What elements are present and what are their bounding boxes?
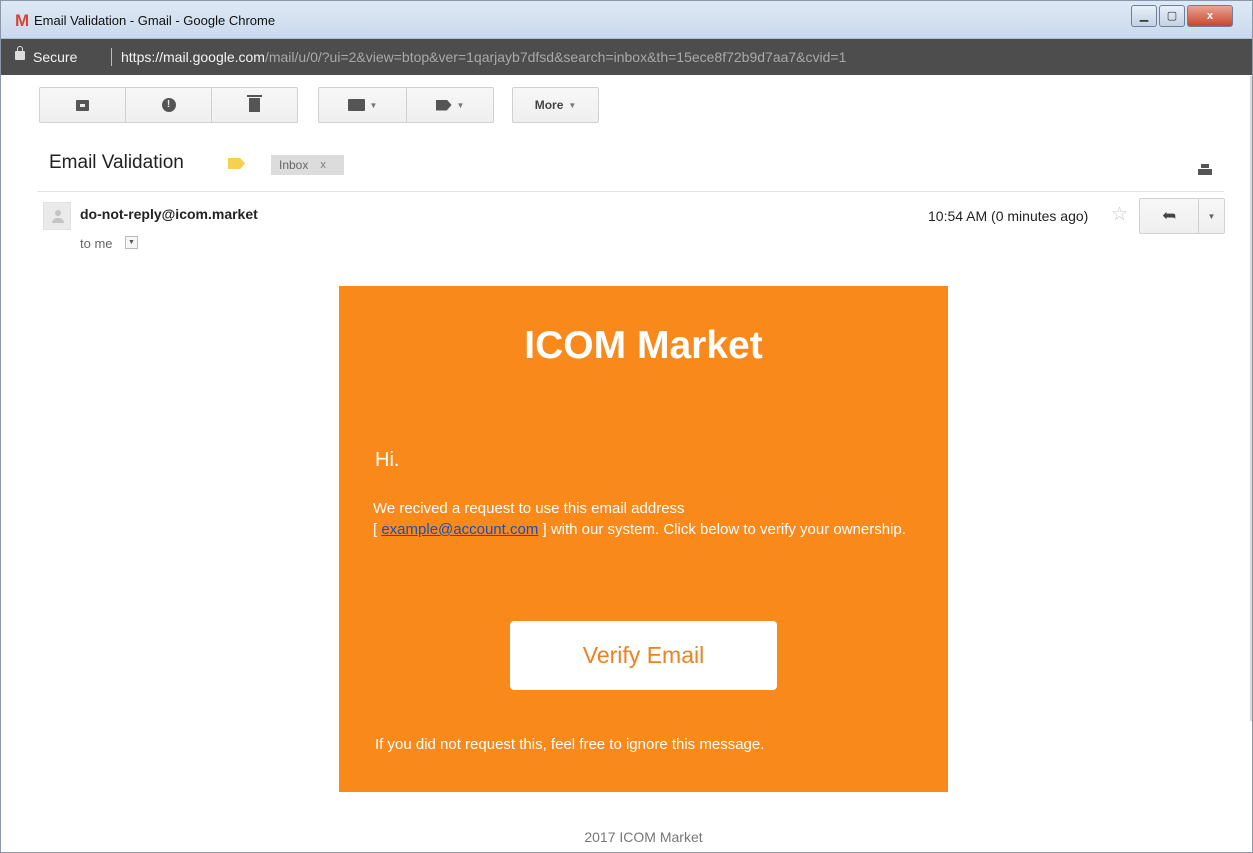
verification-message: We recived a request to use this email a… [373, 498, 933, 540]
url-path: /mail/u/0/?ui=2&view=btop&ver=1qarjayb7d… [264, 49, 847, 65]
message-text-before-link: We recived a request to use this email a… [373, 500, 685, 517]
labels-button[interactable]: ▼ [407, 88, 493, 122]
archive-button[interactable] [40, 88, 126, 122]
move-label-group: ▼ ▼ [318, 87, 494, 123]
trash-icon [247, 95, 262, 112]
address-separator [111, 48, 112, 66]
message-text-after-link: ] with our system. Click below to verify… [542, 521, 906, 538]
close-icon: x [1206, 10, 1214, 22]
more-button[interactable]: More ▼ [513, 88, 598, 122]
reply-button[interactable]: ➦ [1140, 199, 1199, 233]
ignore-notice: If you did not request this, feel free t… [375, 736, 765, 753]
bracket-open: [ [373, 521, 378, 538]
recipient-label: to me [80, 236, 113, 251]
email-address-link[interactable]: example@account.com [381, 521, 538, 538]
browser-window: M Email Validation - Gmail - Google Chro… [0, 0, 1253, 853]
sender-address[interactable]: do-not-reply@icom.market [80, 206, 258, 222]
more-label: More [534, 98, 564, 112]
lock-icon [15, 46, 25, 60]
chevron-down-icon: ▼ [568, 100, 577, 110]
scrollbar-edge[interactable] [1250, 76, 1252, 721]
minimize-button[interactable]: ▁ [1131, 5, 1157, 27]
label-icon [435, 99, 452, 111]
message-timestamp: 10:54 AM (0 minutes ago) [928, 208, 1089, 224]
chevron-down-icon: ▼ [369, 100, 378, 110]
move-to-button[interactable]: ▼ [319, 88, 407, 122]
sender-avatar [43, 202, 71, 230]
greeting: Hi. [375, 449, 400, 471]
gmail-logo-icon: M [15, 11, 30, 30]
reply-icon: ➦ [1161, 206, 1177, 225]
minimize-icon: ▁ [1139, 10, 1149, 22]
archive-icon [76, 99, 89, 111]
close-button[interactable]: x [1187, 5, 1233, 27]
report-spam-button[interactable]: ! [126, 88, 212, 122]
header-divider [37, 191, 1224, 192]
email-subject: Email Validation [49, 152, 184, 173]
maximize-button[interactable]: ▢ [1159, 5, 1185, 27]
show-details-button[interactable]: ▼ [125, 236, 138, 249]
message-more-button[interactable]: ▼ [1199, 199, 1224, 233]
reply-button-group: ➦ ▼ [1139, 198, 1225, 234]
brand-title: ICOM Market [524, 324, 763, 367]
email-body-card: ICOM Market Hi. We recived a request to … [339, 286, 948, 792]
email-footer: 2017 ICOM Market [584, 829, 703, 845]
verify-email-button[interactable]: Verify Email [510, 621, 777, 690]
maximize-icon: ▢ [1166, 10, 1178, 22]
remove-label-button[interactable]: x [320, 159, 326, 171]
url-host: https://mail.google.com [121, 49, 265, 65]
chevron-down-icon: ▼ [1207, 211, 1216, 221]
print-icon[interactable] [1198, 164, 1212, 177]
more-button-group: More ▼ [512, 87, 599, 123]
folder-icon [347, 99, 365, 111]
address-bar[interactable]: Secure https://mail.google.com/mail/u/0/… [1, 39, 1252, 75]
inbox-label-chip: Inbox x [271, 155, 344, 175]
star-icon[interactable]: ☆ [1111, 203, 1128, 226]
importance-marker-icon[interactable] [228, 158, 245, 169]
window-title: Email Validation - Gmail - Google Chrome [34, 13, 276, 28]
url-text[interactable]: https://mail.google.com/mail/u/0/?ui=2&v… [121, 49, 846, 65]
title-bar: M Email Validation - Gmail - Google Chro… [1, 1, 1252, 39]
delete-button[interactable] [212, 88, 297, 122]
action-button-group: ! [39, 87, 298, 123]
inbox-label-text: Inbox [279, 158, 309, 172]
secure-label: Secure [33, 49, 78, 65]
chevron-down-icon: ▼ [456, 100, 465, 110]
spam-icon: ! [161, 98, 176, 112]
